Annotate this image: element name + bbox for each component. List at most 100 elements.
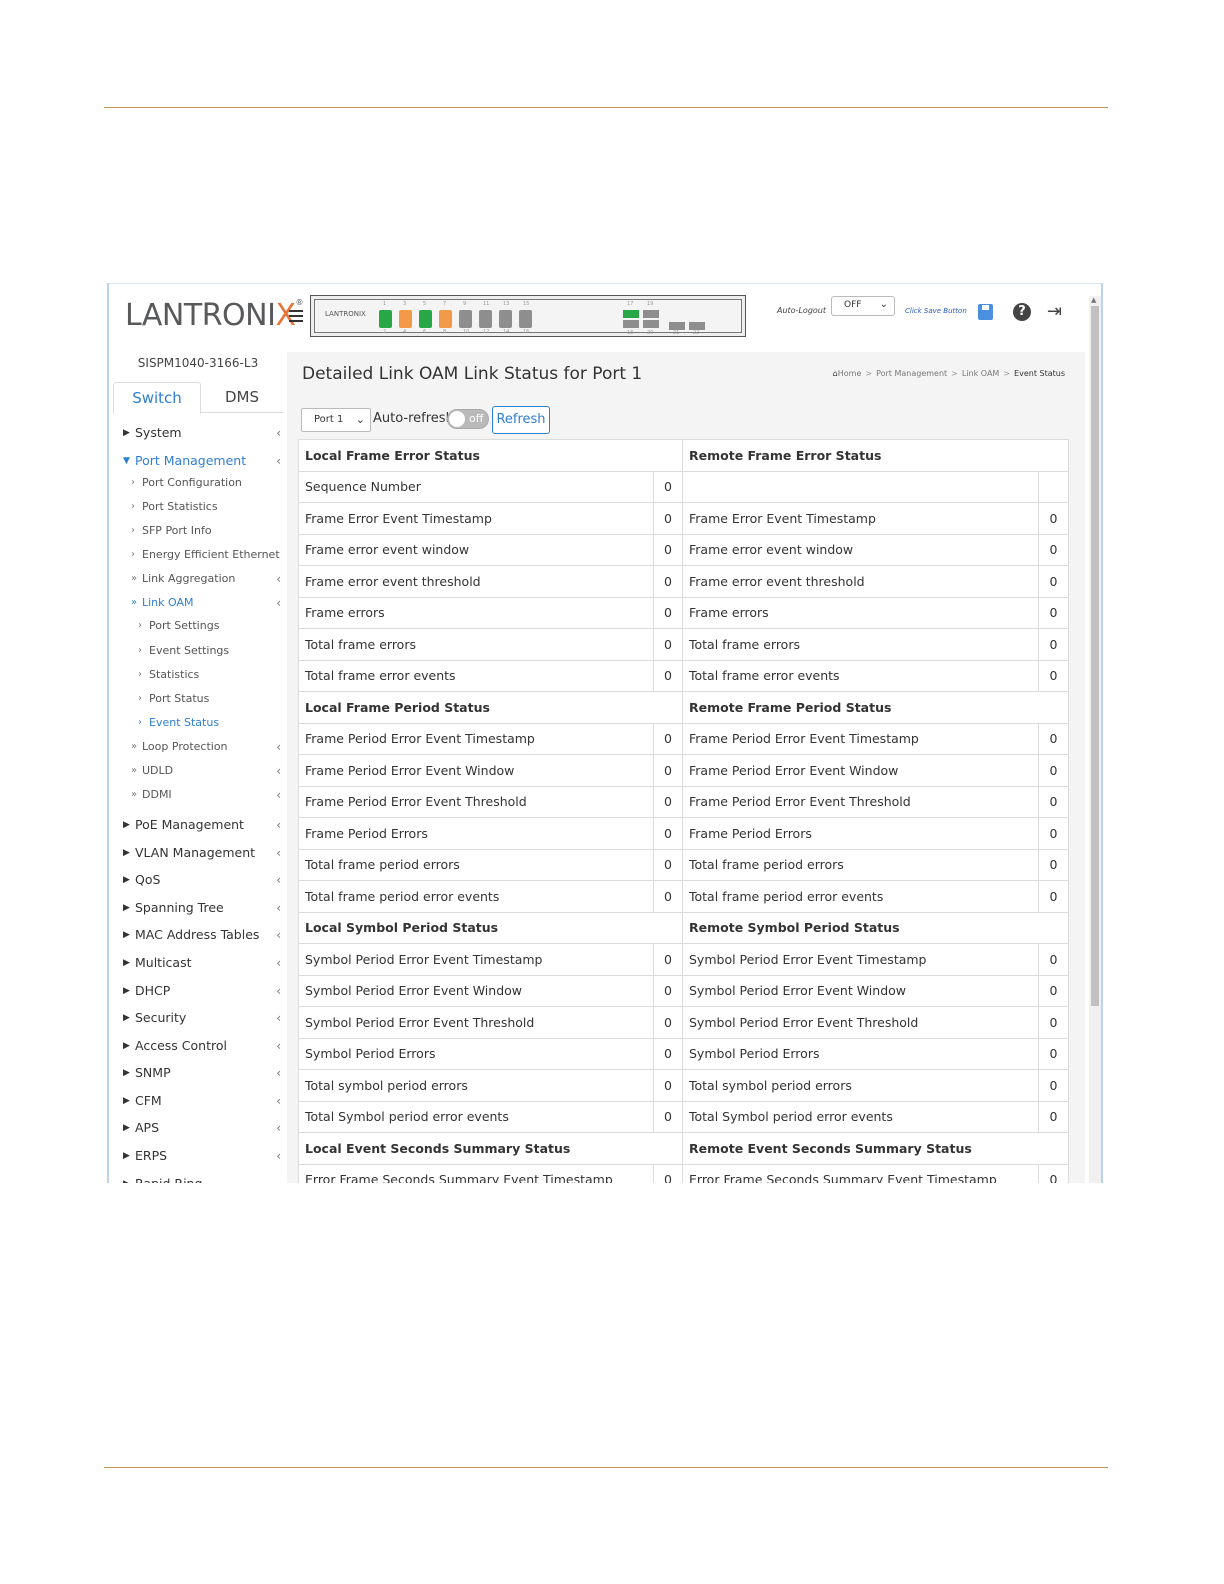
chevron-down-icon: ‹ [276,454,281,468]
local-value: 0 [653,785,683,818]
scroll-up-icon[interactable]: ▲ [1091,296,1096,304]
sidebar-item-sfp-port-info[interactable]: › SFP Port Info [109,521,287,541]
port-led[interactable] [439,310,452,328]
breadcrumb-link-oam[interactable]: Link OAM [962,369,999,378]
sidebar-item-statistics[interactable]: › Statistics [109,665,287,685]
sidebar-item-mac-address-tables[interactable]: ▶ MAC Address Tables ‹ [109,925,287,945]
chevron-right-icon: › [131,501,135,512]
sidebar-item-access-control[interactable]: ▶ Access Control ‹ [109,1036,287,1056]
sfp-port[interactable] [669,322,685,330]
local-value: 0 [653,1100,683,1133]
caret-right-icon: ▶ [123,1041,130,1051]
sidebar-item-port-status[interactable]: › Port Status [109,689,287,709]
sidebar-item-port-management[interactable]: ▼ Port Management ‹ [109,451,287,471]
logout-icon[interactable]: ⇥ [1047,303,1065,321]
sidebar-item-event-status[interactable]: › Event Status [109,713,287,733]
save-icon[interactable] [977,303,995,321]
sidebar-item-qos[interactable]: ▶ QoS ‹ [109,870,287,890]
main-content: Detailed Link OAM Link Status for Port 1… [287,352,1085,1183]
chevron-left-icon: ‹ [276,901,281,915]
port-led[interactable] [399,310,412,328]
menu-icon[interactable] [289,310,303,322]
sidebar-item-link-oam[interactable]: » Link OAM ‹ [109,593,287,613]
local-value: 0 [653,1069,683,1102]
sidebar-item-loop-protection[interactable]: » Loop Protection ‹ [109,737,287,757]
device-name: SISPM1040-3166-L3 [137,356,259,370]
sidebar-item-udld[interactable]: » UDLD ‹ [109,761,287,781]
chevron-right-icon: › [138,717,142,728]
sidebar-item-port-statistics[interactable]: › Port Statistics [109,497,287,517]
chevron-left-icon: ‹ [276,1039,281,1053]
sfp-port[interactable] [689,322,705,330]
sidebar-item-spanning-tree[interactable]: ▶ Spanning Tree ‹ [109,898,287,918]
caret-down-icon: ▼ [123,456,130,466]
auto-logout-select[interactable]: OFF ⌄ [831,296,895,316]
sidebar-item-port-settings[interactable]: › Port Settings [109,616,287,636]
local-label: Frame Period Errors [298,817,654,850]
scrollbar-thumb[interactable] [1091,306,1099,1006]
tab-switch[interactable]: Switch [113,382,201,414]
port-led[interactable] [419,310,432,328]
remote-label: Frame Period Error Event Timestamp [682,722,1039,755]
sfp-port[interactable] [623,320,639,328]
sidebar-item-dhcp[interactable]: ▶ DHCP ‹ [109,981,287,1001]
remote-value: 0 [1037,1006,1070,1039]
sidebar-item-rapid-ring[interactable]: ▶Rapid Ring [109,1174,287,1183]
sfp-port[interactable] [623,310,639,318]
auto-refresh-toggle[interactable]: off [447,409,489,429]
scrollbar[interactable]: ▲ [1089,296,1101,1183]
remote-label: Frame Period Error Event Window [682,754,1039,787]
sidebar-item-erps[interactable]: ▶ ERPS ‹ [109,1146,287,1166]
port-led[interactable] [519,310,532,328]
refresh-button[interactable]: Refresh [492,406,550,434]
sidebar-item-security[interactable]: ▶ Security ‹ [109,1008,287,1028]
breadcrumb-home[interactable]: Home [838,369,862,378]
table-section-header: Local Frame Error Status Remote Frame Err… [298,439,1070,472]
sfp-port[interactable] [643,320,659,328]
remote-value: 0 [1037,659,1070,692]
chevron-left-icon: ‹ [276,1066,281,1080]
caret-right-icon: ▶ [123,848,130,858]
sidebar-item-cfm[interactable]: ▶ CFM ‹ [109,1091,287,1111]
local-label: Frame Period Error Event Threshold [298,785,654,818]
lantronix-logo: LANTRONIX® [125,298,304,333]
sidebar-item-multicast[interactable]: ▶ Multicast ‹ [109,953,287,973]
chevron-left-icon: ‹ [276,818,281,832]
sidebar-item-poe-management[interactable]: ▶ PoE Management ‹ [109,815,287,835]
caret-right-icon: ▶ [123,1151,130,1161]
caret-right-icon: ▶ [123,1123,130,1133]
table-row: Frame Period Error Event Threshold 0 Frame… [298,785,1070,818]
local-value: 0 [653,628,683,661]
port-number: 17 [627,301,634,307]
sidebar-item-aps[interactable]: ▶ APS ‹ [109,1118,287,1138]
port-number: 4 [403,329,407,335]
breadcrumb-port-management[interactable]: Port Management [876,369,947,378]
chevron-down-icon: ⌄ [879,299,888,310]
remote-value: 0 [1037,974,1070,1007]
port-select[interactable]: Port 1 ⌄ [301,408,371,432]
section-title-local: Local Frame Error Status [298,439,683,472]
remote-value: 0 [1037,1163,1070,1183]
double-chevron-icon: » [131,765,138,776]
sfp-port[interactable] [643,310,659,318]
port-led[interactable] [499,310,512,328]
sidebar-item-ddmi[interactable]: » DDMI ‹ [109,785,287,805]
port-led[interactable] [459,310,472,328]
local-label: Total Symbol period error events [298,1100,654,1133]
port-led[interactable] [479,310,492,328]
sidebar-item-system[interactable]: ▶ System ‹ [109,423,287,443]
sidebar-item-port-configuration[interactable]: › Port Configuration [109,473,287,493]
local-value: 0 [653,943,683,976]
port-number: 13 [503,301,510,307]
help-icon[interactable]: ? [1013,303,1031,321]
chevron-right-icon: › [138,645,142,656]
sidebar-item-link-aggregation[interactable]: » Link Aggregation ‹ [109,569,287,589]
local-label: Total frame errors [298,628,654,661]
sidebar-item-event-settings[interactable]: › Event Settings [109,641,287,661]
tab-dms[interactable]: DMS [201,382,283,412]
port-led[interactable] [379,310,392,328]
remote-value: 0 [1037,1100,1070,1133]
sidebar-item-snmp[interactable]: ▶ SNMP ‹ [109,1063,287,1083]
sidebar-item-energy-efficient-ethernet[interactable]: › Energy Efficient Ethernet [109,545,287,565]
sidebar-item-vlan-management[interactable]: ▶ VLAN Management ‹ [109,843,287,863]
